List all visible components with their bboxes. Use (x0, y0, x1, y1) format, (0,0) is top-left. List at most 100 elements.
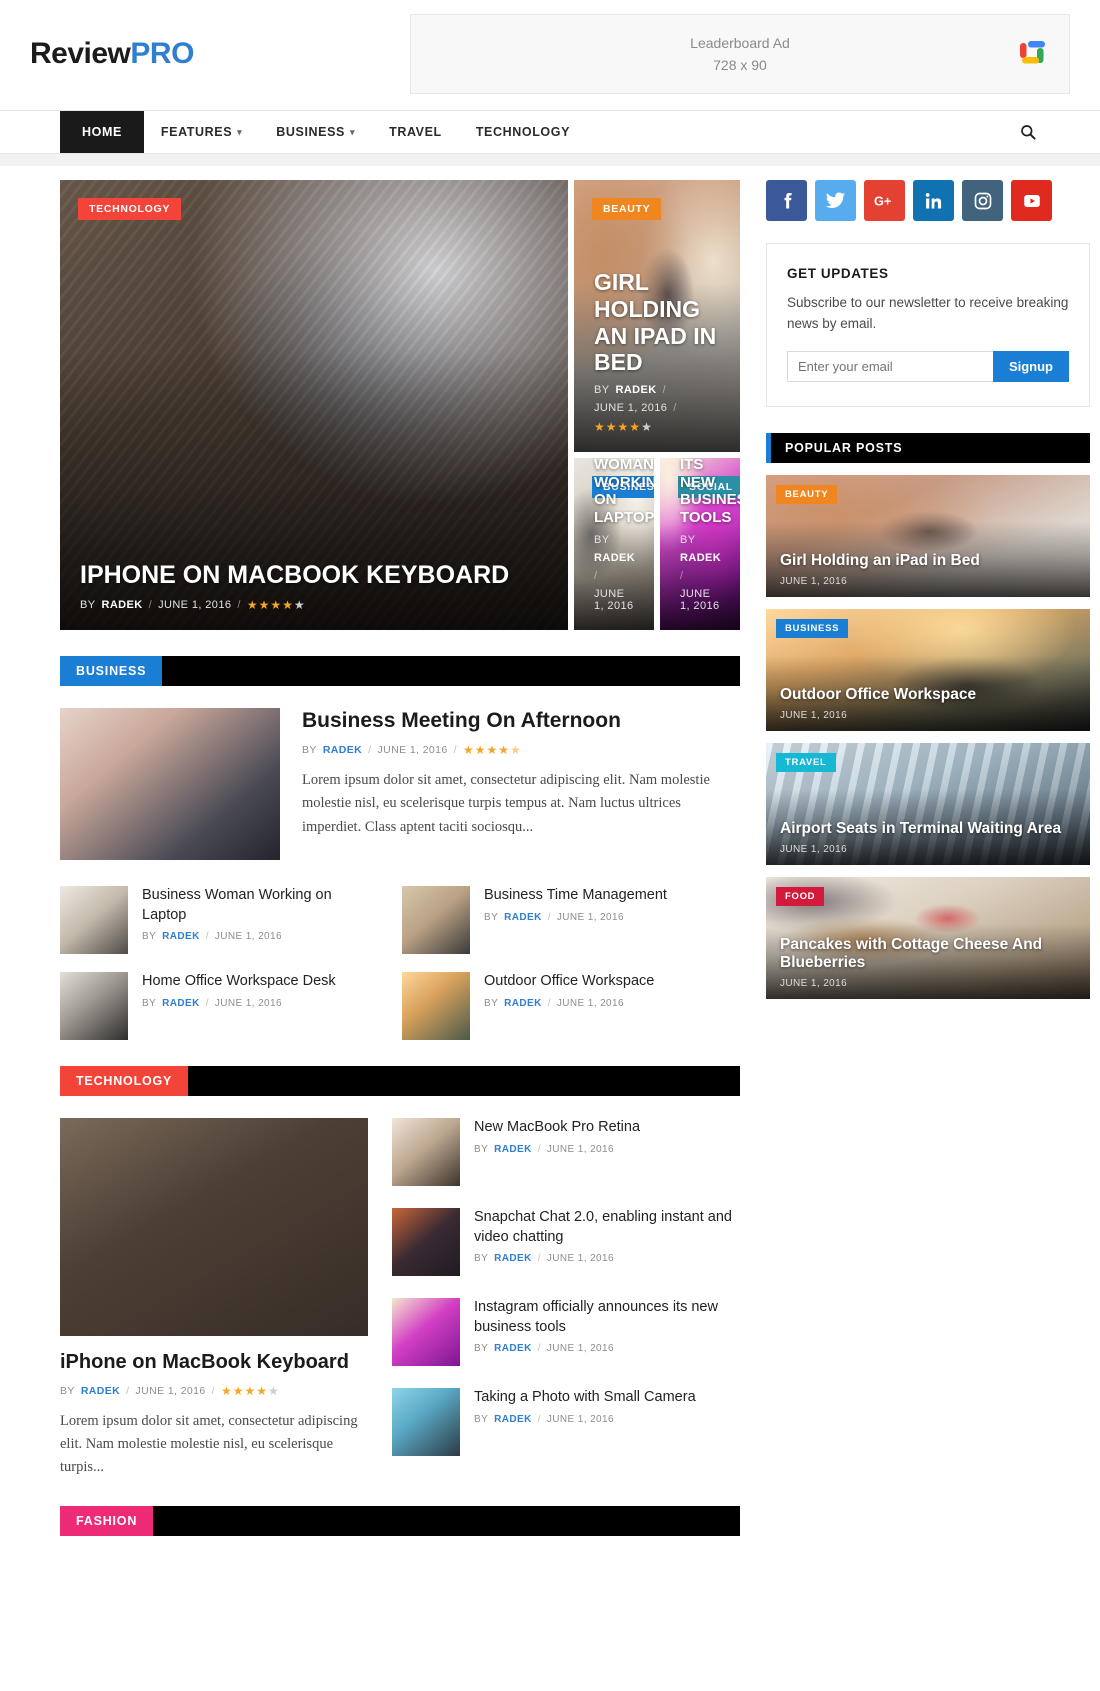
nav-item-business-label: BUSINESS (276, 125, 345, 139)
author-link[interactable]: RADEK (494, 1253, 532, 1264)
list-item[interactable]: Snapchat Chat 2.0, enabling instant and … (392, 1208, 740, 1276)
list-item-thumbnail (392, 1388, 460, 1456)
list-item[interactable]: Home Office Workspace Desk BY RADEK / JU… (60, 972, 376, 1040)
hero-secondary-category-badge[interactable]: BEAUTY (592, 198, 662, 220)
nav-item-business[interactable]: BUSINESS ▾ (259, 111, 372, 153)
popular-post-title[interactable]: Pancakes with Cottage Cheese And Blueber… (780, 936, 1076, 973)
featured-post-technology-title[interactable]: iPhone on MacBook Keyboard (60, 1350, 368, 1375)
signup-button[interactable]: Signup (992, 350, 1069, 382)
nav-item-technology[interactable]: TECHNOLOGY (459, 111, 587, 153)
popular-post-item[interactable]: BUSINESS Outdoor Office Workspace JUNE 1… (766, 608, 1090, 731)
author-link[interactable]: RADEK (162, 998, 200, 1009)
nav-item-travel[interactable]: TRAVEL (372, 111, 459, 153)
search-button[interactable] (1020, 111, 1040, 153)
meta-separator: / (547, 911, 551, 923)
linkedin-button[interactable] (913, 180, 954, 221)
nav-item-home[interactable]: HOME (60, 111, 144, 153)
list-item-thumbnail (392, 1208, 460, 1276)
hero-main-category-badge[interactable]: TECHNOLOGY (78, 198, 182, 220)
list-item-title[interactable]: New MacBook Pro Retina (474, 1118, 640, 1138)
post-date: JUNE 1, 2016 (214, 931, 282, 943)
list-item-thumbnail (60, 886, 128, 954)
youtube-button[interactable] (1011, 180, 1052, 221)
hero-small-title-business[interactable]: BUSINESS WOMAN WORKING ON LAPTOP (594, 458, 654, 526)
hero-main-card[interactable]: TECHNOLOGY IPHONE ON MACBOOK KEYBOARD BY… (60, 180, 568, 630)
list-item-title[interactable]: Business Time Management (484, 886, 667, 906)
hero-small-card-business[interactable]: BUSINESS BUSINESS WOMAN WORKING ON LAPTO… (574, 458, 654, 630)
hero-main-title[interactable]: IPHONE ON MACBOOK KEYBOARD (80, 561, 548, 590)
email-field[interactable] (787, 350, 993, 382)
list-item-title[interactable]: Taking a Photo with Small Camera (474, 1388, 696, 1408)
list-item-body: Taking a Photo with Small Camera BY RADE… (474, 1388, 696, 1456)
popular-post-date: JUNE 1, 2016 (780, 709, 848, 721)
hero-secondary-author[interactable]: RADEK (615, 384, 656, 396)
featured-post-business[interactable]: Business Meeting On Afternoon BY RADEK /… (60, 708, 740, 860)
popular-post-category-badge[interactable]: FOOD (776, 886, 825, 906)
ad-placeholder-text: Leaderboard Ad 728 x 90 (690, 32, 790, 77)
section-tag-fashion[interactable]: FASHION (60, 1505, 154, 1536)
facebook-button[interactable] (766, 180, 807, 221)
list-item[interactable]: Taking a Photo with Small Camera BY RADE… (392, 1388, 740, 1456)
list-item-title[interactable]: Snapchat Chat 2.0, enabling instant and … (474, 1208, 740, 1247)
author-link[interactable]: RADEK (323, 744, 362, 756)
section-tag-technology[interactable]: TECHNOLOGY (60, 1066, 189, 1096)
list-item[interactable]: New MacBook Pro Retina BY RADEK / JUNE 1… (392, 1118, 740, 1186)
meta-separator: / (237, 599, 241, 611)
hero-small-body-social: INSTAGRAM OFFICIALLY ANNOUNCES ITS NEW B… (680, 458, 740, 612)
facebook-icon (784, 192, 792, 208)
site-logo[interactable]: ReviewPRO (30, 39, 194, 69)
newsletter-description: Subscribe to our newsletter to receive b… (787, 295, 1069, 331)
popular-post-title[interactable]: Outdoor Office Workspace (780, 686, 1076, 705)
list-item-body: Business Woman Working on Laptop BY RADE… (142, 886, 376, 954)
newsletter-form: Signup (787, 350, 1069, 382)
author-link[interactable]: RADEK (504, 998, 542, 1009)
author-link[interactable]: RADEK (494, 1144, 532, 1155)
author-link[interactable]: RADEK (162, 931, 200, 942)
popular-post-item[interactable]: FOOD Pancakes with Cottage Cheese And Bl… (766, 876, 1090, 999)
chevron-down-icon: ▾ (237, 126, 243, 137)
nav-item-features-label: FEATURES (160, 125, 233, 139)
featured-post-technology[interactable]: iPhone on MacBook Keyboard BY RADEK / JU… (60, 1118, 368, 1480)
hero-secondary-card[interactable]: BEAUTY GIRL HOLDING AN IPAD IN BED BY RA… (574, 180, 740, 452)
list-item-title[interactable]: Home Office Workspace Desk (142, 972, 336, 992)
leaderboard-ad[interactable]: Leaderboard Ad 728 x 90 (410, 14, 1070, 94)
nav-item-features[interactable]: FEATURES ▾ (144, 111, 259, 153)
author-link[interactable]: RADEK (494, 1414, 532, 1425)
hero-small-author[interactable]: RADEK (680, 552, 721, 564)
popular-post-category-badge[interactable]: BEAUTY (776, 484, 838, 504)
featured-post-technology-rating: ★★★★★ (220, 1384, 280, 1398)
list-item-title[interactable]: Outdoor Office Workspace (484, 972, 654, 992)
author-link[interactable]: RADEK (81, 1385, 120, 1397)
hero-secondary-title[interactable]: GIRL HOLDING AN IPAD IN BED (594, 269, 720, 376)
newsletter-widget: GET UPDATES Subscribe to our newsletter … (766, 243, 1090, 407)
hero-small-title-social[interactable]: INSTAGRAM OFFICIALLY ANNOUNCES ITS NEW B… (680, 458, 740, 526)
featured-post-business-title[interactable]: Business Meeting On Afternoon (302, 708, 740, 734)
popular-post-item[interactable]: TRAVEL Airport Seats in Terminal Waiting… (766, 742, 1090, 865)
hero-secondary-meta: BY RADEK / JUNE 1, 2016 / ★★★★★ (594, 384, 720, 434)
list-item-body: Snapchat Chat 2.0, enabling instant and … (474, 1208, 740, 1276)
list-item[interactable]: Business Time Management BY RADEK / JUNE… (402, 886, 718, 954)
list-item[interactable]: Outdoor Office Workspace BY RADEK / JUNE… (402, 972, 718, 1040)
nav-underlay-strip (0, 154, 1100, 166)
hero-small-author[interactable]: RADEK (594, 552, 635, 564)
list-item[interactable]: Business Woman Working on Laptop BY RADE… (60, 886, 376, 954)
author-link[interactable]: RADEK (504, 912, 542, 923)
author-link[interactable]: RADEK (494, 1343, 532, 1354)
section-tag-business[interactable]: BUSINESS (60, 656, 163, 686)
list-item-title[interactable]: Business Woman Working on Laptop (142, 886, 376, 925)
hero-main-author[interactable]: RADEK (101, 599, 142, 611)
popular-post-title[interactable]: Girl Holding an iPad in Bed (780, 552, 1076, 571)
list-item-title[interactable]: Instagram officially announces its new b… (474, 1298, 740, 1337)
google-plus-button[interactable]: G+ (864, 180, 905, 221)
section-header-business: BUSINESS (60, 656, 740, 686)
popular-post-item[interactable]: BEAUTY Girl Holding an iPad in Bed JUNE … (766, 474, 1090, 597)
twitter-button[interactable] (815, 180, 856, 221)
popular-post-category-badge[interactable]: TRAVEL (776, 752, 836, 772)
instagram-button[interactable] (962, 180, 1003, 221)
post-date: JUNE 1, 2016 (546, 1143, 614, 1155)
search-icon (1021, 125, 1036, 140)
hero-small-card-social[interactable]: SOCIAL INSTAGRAM OFFICIALLY ANNOUNCES IT… (660, 458, 740, 630)
list-item[interactable]: Instagram officially announces its new b… (392, 1298, 740, 1366)
popular-post-title[interactable]: Airport Seats in Terminal Waiting Area (780, 820, 1076, 839)
popular-post-category-badge[interactable]: BUSINESS (776, 618, 849, 638)
